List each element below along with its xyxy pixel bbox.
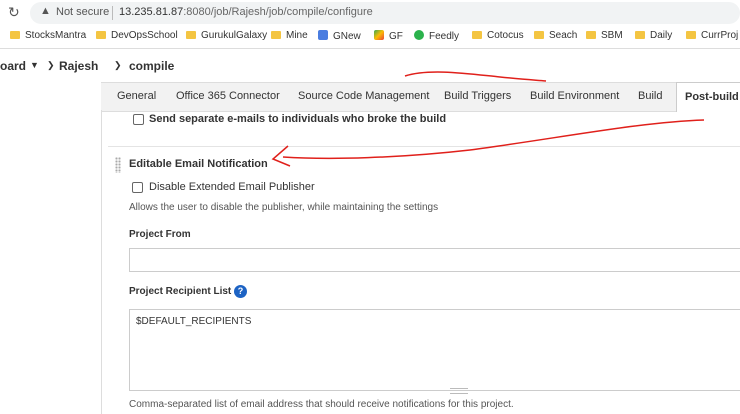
annotation-arrow-head (271, 145, 291, 167)
annotation-overlay (271, 71, 705, 167)
annotation-underline (404, 71, 547, 82)
annotation-arrow-line (282, 119, 705, 160)
